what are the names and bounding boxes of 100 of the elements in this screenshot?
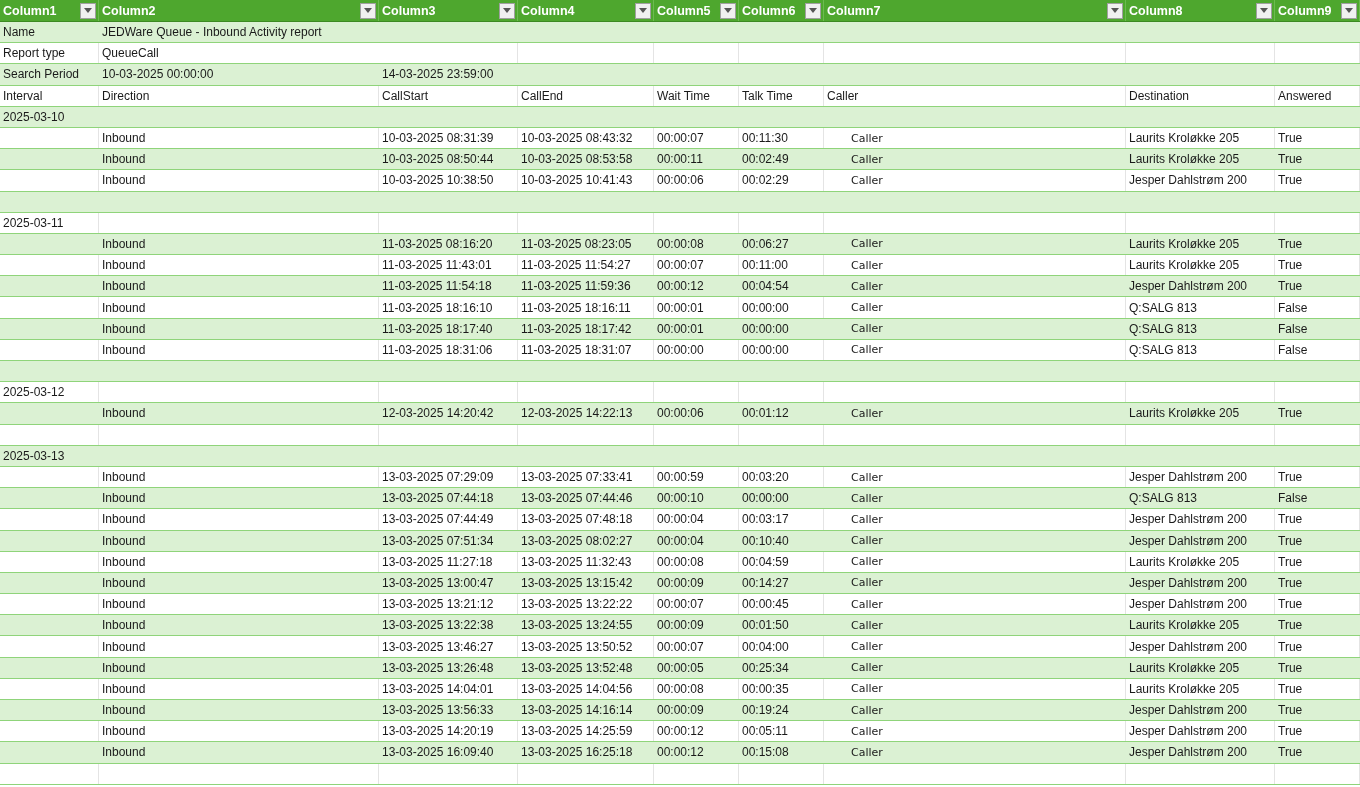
table-cell: Caller [851, 682, 883, 696]
table-cell: 11-03-2025 18:16:11 [521, 300, 631, 315]
table-cell: Caller [851, 724, 883, 738]
column-header: Column8 [1129, 3, 1183, 18]
filter-button[interactable] [720, 2, 736, 19]
table-cell: 13-03-2025 13:22:22 [521, 597, 633, 612]
table-cell: 13-03-2025 13:46:27 [382, 639, 494, 654]
table-cell: 2025-03-13 [3, 448, 65, 463]
table-cell: 11-03-2025 11:43:01 [382, 258, 492, 273]
table-cell: 00:00:12 [657, 745, 704, 760]
caret-icon [1111, 8, 1119, 13]
table-cell: Inbound [102, 300, 146, 315]
table-cell: True [1278, 236, 1303, 251]
filter-button[interactable] [1341, 2, 1357, 19]
table-cell: Inbound [102, 681, 146, 696]
table-cell: 11-03-2025 18:16:10 [382, 300, 493, 315]
table-cell: 10-03-2025 10:41:43 [521, 173, 633, 188]
caret-icon [809, 8, 817, 13]
table-cell: 00:04:00 [742, 639, 789, 654]
table-cell: Jesper Dahlstrøm 200 [1129, 470, 1248, 485]
filter-button[interactable] [635, 2, 651, 19]
table-cell: Wait Time [657, 88, 710, 103]
table-cell: 00:00:12 [657, 279, 704, 294]
table-cell: 00:00:00 [742, 300, 789, 315]
table-cell: 00:05:11 [742, 724, 788, 739]
filter-button[interactable] [1256, 2, 1272, 19]
filter-button[interactable] [80, 2, 96, 19]
table-cell: Caller [851, 618, 883, 632]
table-cell: 00:03:20 [742, 470, 789, 485]
column-header: Column9 [1278, 3, 1332, 18]
table-cell: 13-03-2025 14:25:59 [521, 724, 633, 739]
table-cell: Inbound [102, 597, 146, 612]
table-cell: Inbound [102, 533, 146, 548]
table-cell: 13-03-2025 11:27:18 [382, 554, 493, 569]
table-cell: 00:00:08 [657, 681, 704, 696]
table-cell: 00:01:12 [742, 406, 789, 421]
table-cell: 10-03-2025 08:50:44 [382, 152, 494, 167]
caret-icon [724, 8, 732, 13]
table-cell: True [1278, 597, 1303, 612]
table-cell: 11-03-2025 18:31:06 [382, 342, 493, 357]
table-cell: 10-03-2025 10:38:50 [382, 173, 494, 188]
table-cell: 11-03-2025 18:17:40 [382, 321, 493, 336]
table-cell: Inbound [102, 152, 146, 167]
table-cell: True [1278, 131, 1303, 146]
table-cell: Caller [851, 237, 883, 251]
table-cell: True [1278, 618, 1303, 633]
table-cell: True [1278, 681, 1303, 696]
table-cell: 10-03-2025 08:53:58 [521, 152, 633, 167]
table-cell: 13-03-2025 07:51:34 [382, 533, 494, 548]
table-cell: False [1278, 321, 1308, 336]
table-cell: 00:10:40 [742, 533, 789, 548]
table-cell: Name [3, 25, 35, 40]
table-cell: Jesper Dahlstrøm 200 [1129, 279, 1248, 294]
table-cell: 13-03-2025 13:56:33 [382, 703, 494, 718]
table-cell: Report type [3, 46, 66, 61]
table-cell: Interval [3, 88, 43, 103]
table-cell: Inbound [102, 131, 146, 146]
table-cell: 00:11:30 [742, 131, 788, 146]
table-cell: 00:06:27 [742, 236, 789, 251]
table-cell: 00:03:17 [742, 512, 789, 527]
table-cell: 13-03-2025 13:15:42 [521, 575, 633, 590]
table-cell: 14-03-2025 23:59:00 [382, 67, 494, 82]
table-cell: True [1278, 279, 1303, 294]
table-cell: 00:00:01 [657, 300, 704, 315]
table-cell: 13-03-2025 13:50:52 [521, 639, 633, 654]
column-header: Column4 [521, 3, 575, 18]
table-cell: True [1278, 660, 1303, 675]
table-cell: QueueCall [102, 46, 159, 61]
table-cell: Caller [851, 343, 883, 357]
filter-button[interactable] [499, 2, 515, 19]
table-cell: 00:04:59 [742, 554, 789, 569]
table-cell: 00:25:34 [742, 660, 789, 675]
table-cell: 00:00:00 [657, 342, 704, 357]
table-cell: Jesper Dahlstrøm 200 [1129, 173, 1248, 188]
table-cell: Inbound [102, 342, 146, 357]
table-cell: True [1278, 152, 1303, 167]
filter-button[interactable] [360, 2, 376, 19]
table-cell: 00:00:08 [657, 236, 704, 251]
table-cell: 10-03-2025 08:31:39 [382, 131, 494, 146]
table-cell: Jesper Dahlstrøm 200 [1129, 597, 1248, 612]
table-cell: CallStart [382, 88, 428, 103]
table-cell: Jesper Dahlstrøm 200 [1129, 724, 1248, 739]
table-cell: 13-03-2025 14:04:01 [382, 681, 494, 696]
table-cell: 11-03-2025 11:59:36 [521, 279, 631, 294]
table-cell: 00:00:07 [657, 258, 704, 273]
table-cell: Inbound [102, 554, 146, 569]
table-cell: 00:00:06 [657, 173, 704, 188]
table-cell: True [1278, 258, 1303, 273]
table-cell: True [1278, 173, 1303, 188]
table-cell: Laurits Kroløkke 205 [1129, 618, 1240, 633]
table-cell: Caller [851, 491, 883, 505]
table-cell: 00:00:08 [657, 554, 704, 569]
table-cell: 00:00:09 [657, 618, 704, 633]
table-cell: Answered [1278, 88, 1332, 103]
filter-button[interactable] [1107, 2, 1123, 19]
filter-button[interactable] [805, 2, 821, 19]
table-cell: 13-03-2025 07:29:09 [382, 470, 494, 485]
table-cell: Inbound [102, 618, 146, 633]
table-cell: Q:SALG 813 [1129, 300, 1198, 315]
table-cell: Inbound [102, 491, 146, 506]
